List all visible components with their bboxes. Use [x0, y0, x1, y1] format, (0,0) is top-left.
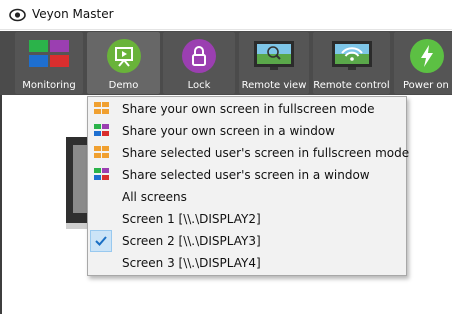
power-on-label: Power on — [403, 80, 449, 91]
window-demo-icon — [94, 124, 109, 136]
monitoring-grid-icon — [29, 40, 69, 67]
lock-icon — [182, 39, 216, 73]
demo-button[interactable]: Demo — [87, 32, 160, 94]
menu-item-label: Share selected user's screen in a window — [122, 168, 370, 182]
remote-control-label: Remote control — [313, 80, 390, 91]
fullscreen-demo-icon — [94, 102, 109, 114]
menu-item-label: All screens — [122, 190, 187, 204]
remote-view-button[interactable]: Remote view — [239, 32, 309, 94]
lock-label: Lock — [187, 80, 211, 91]
checked-highlight — [90, 230, 112, 252]
check-icon — [95, 236, 107, 246]
power-bolt-icon — [410, 39, 444, 73]
menu-item-screen-3[interactable]: Screen 3 [\\.\DISPLAY4] — [88, 252, 406, 274]
main-toolbar: Monitoring Demo Lock Remote view Remote … — [0, 31, 452, 95]
window-title: Veyon Master — [32, 7, 114, 21]
menu-item-screen-2[interactable]: Screen 2 [\\.\DISPLAY3] — [88, 230, 406, 252]
menu-item-share-selected-window[interactable]: Share selected user's screen in a window — [88, 164, 406, 186]
menu-item-label: Share selected user's screen in fullscre… — [122, 146, 410, 160]
remote-view-monitor-icon — [254, 41, 294, 70]
menu-item-label: Screen 1 [\\.\DISPLAY2] — [122, 212, 261, 226]
remote-control-wifi-icon — [331, 41, 372, 70]
menu-item-label: Screen 3 [\\.\DISPLAY4] — [122, 256, 261, 270]
demo-menu: Share your own screen in fullscreen mode… — [87, 96, 410, 276]
menu-item-all-screens[interactable]: All screens — [88, 186, 406, 208]
remote-control-button[interactable]: Remote control — [313, 32, 390, 94]
menu-item-label: Screen 2 [\\.\DISPLAY3] — [122, 234, 261, 248]
fullscreen-demo-icon — [94, 146, 109, 158]
power-on-button[interactable]: Power on — [394, 32, 452, 94]
menu-item-share-own-window[interactable]: Share your own screen in a window — [88, 120, 406, 142]
monitoring-button[interactable]: Monitoring — [15, 32, 83, 94]
menu-item-screen-1[interactable]: Screen 1 [\\.\DISPLAY2] — [88, 208, 406, 230]
demo-label: Demo — [108, 80, 139, 91]
menu-item-label: Share your own screen in a window — [122, 124, 335, 138]
menu-item-share-own-fullscreen[interactable]: Share your own screen in fullscreen mode — [88, 98, 406, 120]
lock-button[interactable]: Lock — [163, 32, 235, 94]
title-bar: Veyon Master — [0, 0, 452, 30]
remote-view-label: Remote view — [241, 80, 307, 91]
window-demo-icon — [94, 168, 109, 180]
presentation-icon — [106, 39, 141, 73]
menu-item-label: Share your own screen in fullscreen mode — [122, 102, 375, 116]
menu-item-share-selected-fullscreen[interactable]: Share selected user's screen in fullscre… — [88, 142, 410, 164]
veyon-eye-icon — [9, 8, 26, 22]
left-panel-edge — [0, 95, 2, 314]
monitoring-label: Monitoring — [22, 80, 76, 91]
